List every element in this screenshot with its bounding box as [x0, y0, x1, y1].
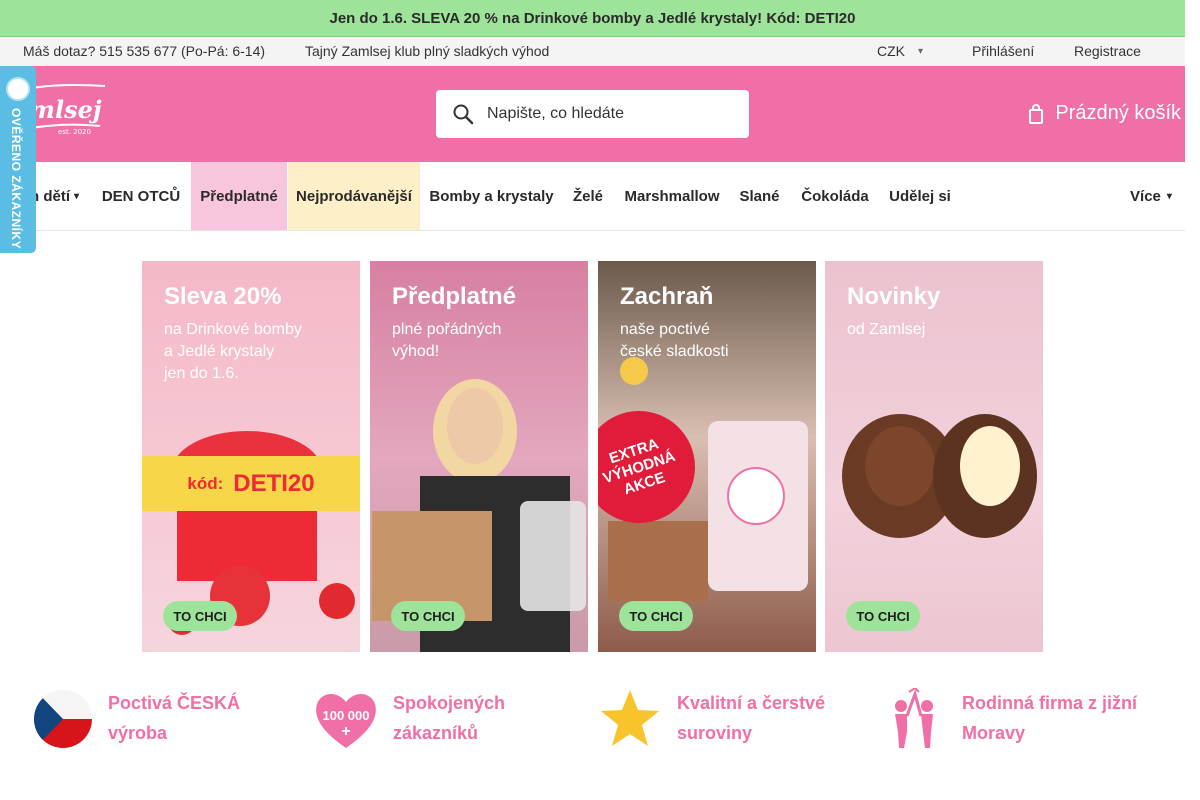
- banner-cta-button[interactable]: TO CHCI: [846, 601, 920, 631]
- code-label: kód:: [187, 473, 224, 493]
- nav-item-chocolate[interactable]: Čokoláda: [795, 162, 875, 230]
- currency-select[interactable]: CZK: [877, 43, 905, 59]
- nav-item-marshmallow[interactable]: Marshmallow: [619, 162, 725, 230]
- promo-bar[interactable]: Jen do 1.6. SLEVA 20 % na Drinkové bomby…: [0, 0, 1185, 37]
- banner-cta-button[interactable]: TO CHCI: [619, 601, 693, 631]
- nav-item-diy[interactable]: Udělej si: [883, 162, 957, 230]
- verified-seal-icon: [6, 77, 30, 101]
- banner-discount[interactable]: Sleva 20% na Drinkové bomby a Jedlé krys…: [142, 261, 360, 652]
- star-icon: [601, 690, 659, 746]
- main-nav: n dětí ▾ DEN OTCŮ Předplatné Nejprodávaně…: [0, 162, 1185, 231]
- chocolate-rose-image: [842, 414, 1037, 538]
- top-bar: Máš dotaz? 515 535 677 (Po-Pá: 6-14) Taj…: [0, 37, 1185, 66]
- logo-sub: est. 2020: [58, 128, 91, 136]
- contact-info: Máš dotaz? 515 535 677 (Po-Pá: 6-14): [23, 43, 266, 59]
- person-with-box-image: [372, 379, 586, 652]
- czech-flag-icon: [34, 690, 92, 748]
- banner-new-products[interactable]: Novinky od Zamlsej TO CHCI: [825, 261, 1043, 652]
- cart-icon: [1029, 103, 1044, 124]
- login-link[interactable]: Přihlášení: [972, 43, 1034, 59]
- nav-item-children-day[interactable]: n dětí ▾: [30, 162, 85, 230]
- register-link[interactable]: Registrace: [1074, 43, 1141, 59]
- nav-item-fathers-day[interactable]: DEN OTCŮ: [95, 162, 187, 230]
- cart-label[interactable]: Prázdný košík: [1055, 102, 1181, 125]
- feature-line1: Poctivá ČESKÁ: [108, 693, 241, 713]
- header: amlsej est. 2020 Napište, co hledáte Prá…: [0, 66, 1185, 162]
- chevron-down-icon[interactable]: ▾: [918, 46, 923, 57]
- badge-text: OVĚŘENO ZÁKAZNÍKY: [9, 108, 23, 250]
- nav-item-jelly[interactable]: Želé: [566, 162, 610, 230]
- heart-icon: 100 000 +: [316, 693, 376, 748]
- cart-button[interactable]: Prázdný košík: [1029, 102, 1181, 125]
- feature-line2: suroviny: [677, 723, 753, 743]
- banner-cta-button[interactable]: TO CHCI: [391, 601, 465, 631]
- chevron-down-icon: ▾: [74, 190, 80, 202]
- code-strip: kód: DETI20: [142, 456, 360, 511]
- promo-text[interactable]: Jen do 1.6. SLEVA 20 % na Drinkové bomby…: [329, 10, 855, 27]
- club-link[interactable]: Tajný Zamlsej klub plný sladkých výhod: [305, 43, 549, 59]
- feature-line1: Kvalitní a čerstvé: [677, 693, 826, 713]
- feature-line1: Rodinná firma z jižní: [962, 693, 1138, 713]
- search-input[interactable]: Napište, co hledáte: [436, 90, 749, 138]
- family-icon: [895, 688, 933, 748]
- nav-more[interactable]: Více ▾: [1126, 162, 1176, 230]
- feature-line2: Moravy: [962, 723, 1026, 743]
- feature-line2: zákazníků: [393, 723, 479, 743]
- banner-subscription[interactable]: Předplatné plné pořádných výhod! TO CHCI: [370, 261, 588, 652]
- svg-text:+: +: [341, 723, 350, 740]
- heart-badge: 100 000: [323, 708, 370, 723]
- chevron-down-icon: ▾: [1166, 190, 1172, 202]
- banner-save[interactable]: Zachraň naše poctivé české sladkosti EXT…: [598, 261, 816, 652]
- nav-item-bombs-crystals[interactable]: Bomby a krystaly: [426, 162, 557, 230]
- nav-item-salty[interactable]: Slané: [733, 162, 786, 230]
- feature-line1: Spokojených: [393, 693, 506, 713]
- search-icon: [453, 104, 474, 125]
- feature-line2: výroba: [108, 723, 168, 743]
- verified-customers-badge[interactable]: OVĚŘENO ZÁKAZNÍKY: [0, 66, 36, 253]
- banner-cta-button[interactable]: TO CHCI: [163, 601, 237, 631]
- discount-code: DETI20: [233, 469, 315, 497]
- nav-item-bestsellers[interactable]: Nejprodávanější: [288, 162, 420, 230]
- nav-item-subscription[interactable]: Předplatné: [191, 162, 287, 230]
- search-placeholder[interactable]: Napište, co hledáte: [487, 105, 624, 123]
